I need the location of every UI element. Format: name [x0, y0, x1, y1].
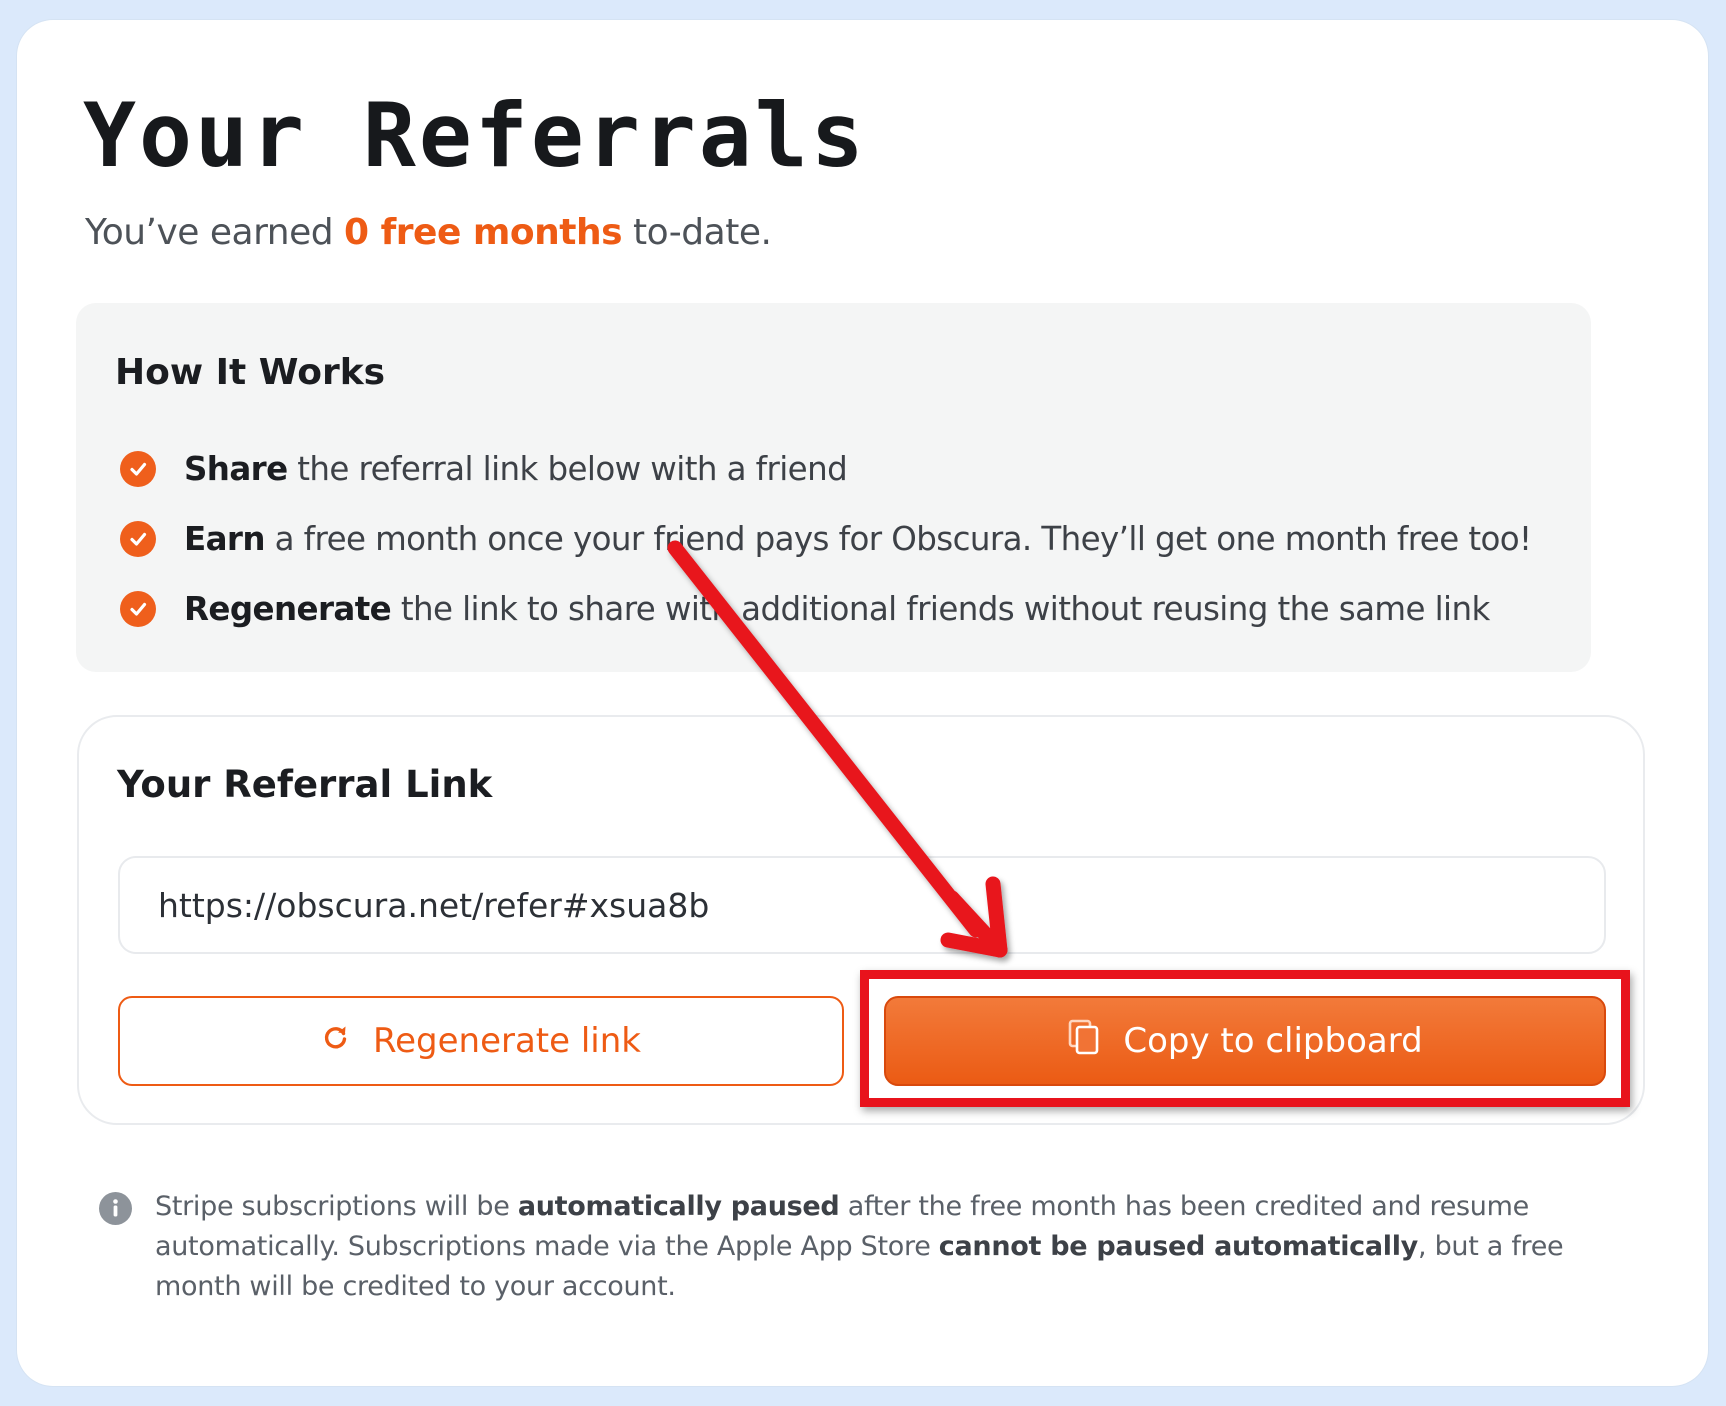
copy-to-clipboard-label: Copy to clipboard — [1123, 1021, 1423, 1061]
regenerate-link-button[interactable]: Regenerate link — [118, 996, 844, 1086]
page-title: Your Referrals — [83, 84, 867, 187]
check-circle-icon — [120, 451, 156, 487]
earned-summary: You’ve earned 0 free months to-date. — [85, 212, 772, 253]
refresh-icon — [321, 1021, 351, 1061]
step-earn: Earn a free month once your friend pays … — [120, 517, 1532, 561]
step-text: Regenerate the link to share with additi… — [184, 590, 1490, 628]
copy-icon — [1067, 1018, 1101, 1065]
step-description: the referral link below with a friend — [287, 450, 848, 488]
referral-link-input[interactable] — [118, 856, 1606, 954]
info-icon — [99, 1192, 132, 1225]
step-keyword: Share — [184, 450, 288, 488]
regenerate-link-label: Regenerate link — [373, 1021, 641, 1061]
how-it-works-title: How It Works — [115, 352, 386, 393]
check-circle-icon — [120, 591, 156, 627]
step-keyword: Regenerate — [184, 590, 392, 628]
note-text: Stripe subscriptions will be — [155, 1191, 518, 1222]
step-keyword: Earn — [184, 520, 266, 558]
step-description: a free month once your friend pays for O… — [264, 520, 1532, 558]
step-text: Share the referral link below with a fri… — [184, 450, 848, 488]
note-emphasis: automatically paused — [517, 1191, 840, 1222]
earned-suffix: to-date. — [622, 212, 772, 253]
note-emphasis: cannot be paused automatically — [938, 1231, 1419, 1262]
check-circle-icon — [120, 521, 156, 557]
step-text: Earn a free month once your friend pays … — [184, 520, 1532, 558]
referral-link-title: Your Referral Link — [117, 763, 493, 806]
earned-count: 0 free months — [344, 212, 623, 253]
step-regenerate: Regenerate the link to share with additi… — [120, 587, 1490, 631]
step-description: the link to share with additional friend… — [391, 590, 1490, 628]
step-share: Share the referral link below with a fri… — [120, 447, 848, 491]
earned-prefix: You’ve earned — [85, 212, 345, 253]
copy-to-clipboard-button[interactable]: Copy to clipboard — [884, 996, 1606, 1086]
subscription-note: Stripe subscriptions will be automatical… — [155, 1187, 1610, 1307]
